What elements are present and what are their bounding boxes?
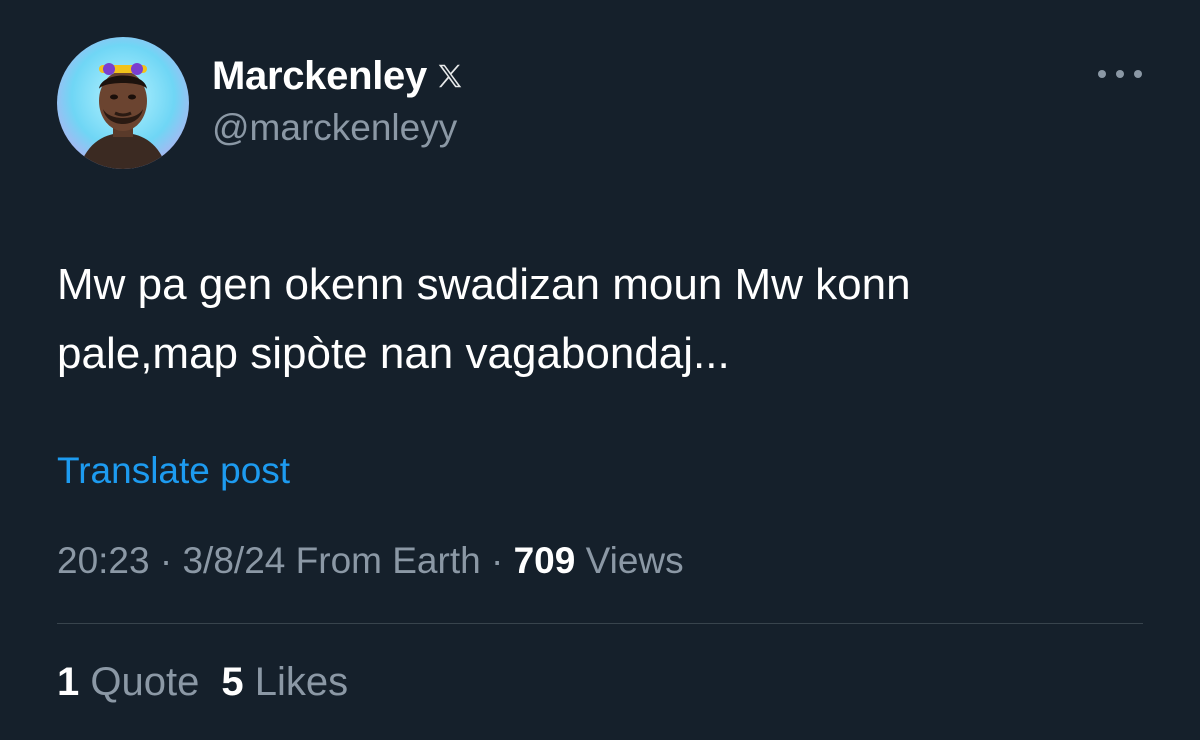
meta-separator: · xyxy=(159,540,173,581)
author-name-row: Marckenley xyxy=(212,50,465,102)
tweet-location: From Earth xyxy=(295,540,481,581)
dot-icon xyxy=(1116,70,1124,78)
avatar-portrait-icon xyxy=(57,37,189,169)
divider xyxy=(57,623,1143,624)
quotes-label: Quote xyxy=(90,660,200,704)
more-dots-icon[interactable] xyxy=(1098,64,1142,84)
author-display-name[interactable]: Marckenley xyxy=(212,54,427,99)
likes-count: 5 xyxy=(221,660,244,704)
quotes-stat[interactable]: 1 Quote xyxy=(57,660,199,704)
engagement-stats: 1 Quote 5 Likes xyxy=(57,660,348,705)
likes-stat[interactable]: 5 Likes xyxy=(221,660,348,704)
dot-icon xyxy=(1134,70,1142,78)
tweet-text: Mw pa gen okenn swadizan moun Mw konn pa… xyxy=(57,260,911,378)
author-handle[interactable]: @marckenleyy xyxy=(212,107,457,149)
avatar[interactable] xyxy=(57,37,189,169)
tweet-meta: 20:23 · 3/8/24 From Earth · 709 Views xyxy=(57,540,684,582)
dot-icon xyxy=(1098,70,1106,78)
translate-post-link[interactable]: Translate post xyxy=(57,450,290,492)
likes-label: Likes xyxy=(254,660,349,704)
quotes-count: 1 xyxy=(57,660,80,704)
meta-separator: · xyxy=(490,540,504,581)
tweet-time[interactable]: 20:23 xyxy=(57,540,150,581)
tweet-date[interactable]: 3/8/24 xyxy=(182,540,285,581)
views-count: 709 xyxy=(513,540,576,581)
views-label: Views xyxy=(585,540,684,581)
x-logo-icon xyxy=(435,61,465,91)
